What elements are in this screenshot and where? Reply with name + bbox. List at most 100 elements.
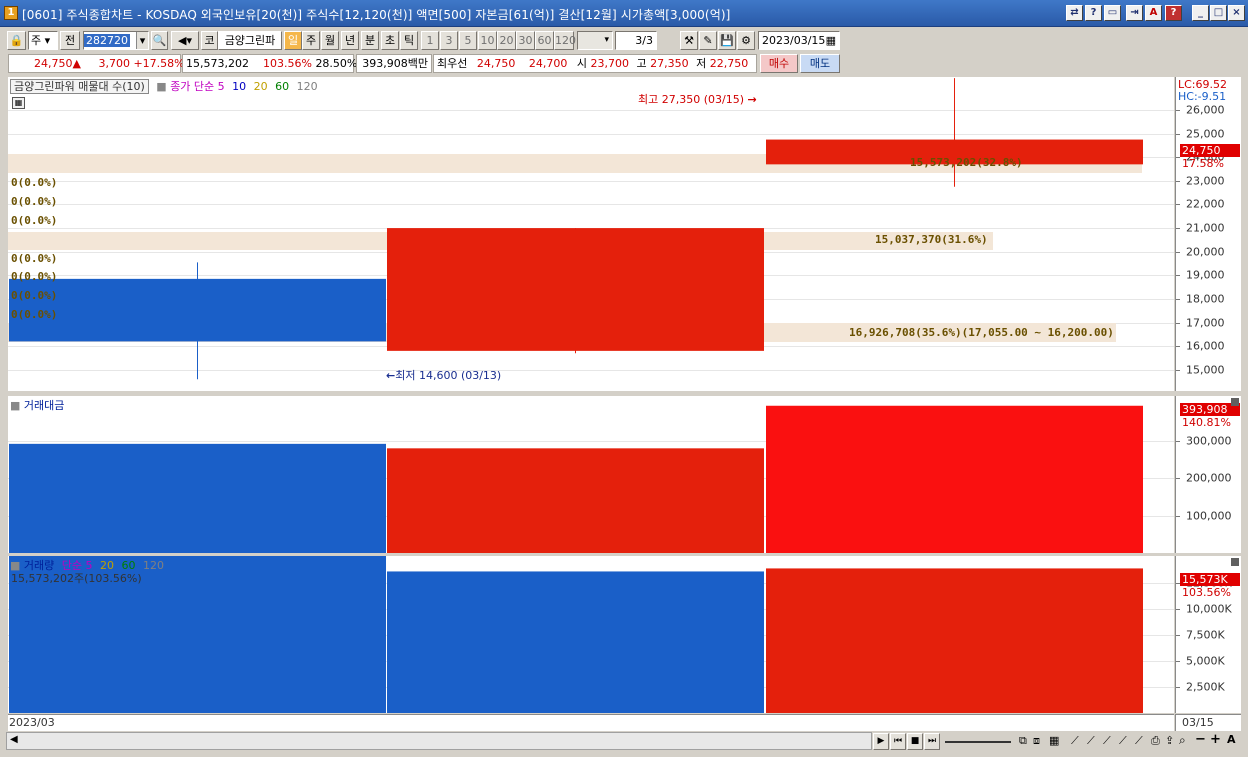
- amount-axis: 300,000 200,000 100,000 393,908 140.81%: [1175, 396, 1241, 553]
- amount-chart[interactable]: ■ 거래대금: [8, 396, 1174, 553]
- chart-controls: ▶ ⏮ ■ ⏭ ⧉ ⧈ ▦ ⟋ ⟋ ⟋ ⟋ ⟋ ⎙ ⇪ ⌕ − + A: [873, 732, 1245, 750]
- trend-line-icon[interactable]: ⟋: [1103, 734, 1111, 748]
- search-icon[interactable]: 🔍: [151, 31, 168, 50]
- trend-line-icon[interactable]: ⟋: [1119, 734, 1127, 748]
- code-input[interactable]: 282720 ▾: [83, 31, 149, 50]
- save-icon[interactable]: 💾: [718, 31, 736, 50]
- link-icon[interactable]: ⇄: [1066, 5, 1083, 21]
- period-week-button[interactable]: 주: [302, 31, 320, 50]
- y-tick-mark: [1176, 478, 1180, 480]
- period-month-button[interactable]: 월: [321, 31, 339, 50]
- play-icon[interactable]: ▶: [873, 733, 889, 750]
- y-tick-label: 21,000: [1186, 221, 1225, 235]
- candle-body[interactable]: [387, 228, 764, 351]
- y-tick-label: 17,000: [1186, 316, 1225, 330]
- amount-bars-svg: [9, 405, 1143, 553]
- y-tick-mark: [1176, 298, 1180, 300]
- trend-line-icon[interactable]: ⟋: [1135, 734, 1143, 748]
- interval-button[interactable]: 60: [535, 31, 554, 50]
- interval-button[interactable]: 120: [554, 31, 576, 50]
- volume-chart[interactable]: ■ 거래량 단순 5 20 60 120 15,573,202주(103.56%…: [8, 556, 1174, 713]
- period-tick-button[interactable]: 틱: [400, 31, 418, 50]
- tool-icon[interactable]: ⚒: [680, 31, 698, 50]
- y-tick-label: 7,500K: [1186, 628, 1225, 642]
- date-axis-right: 03/15: [1175, 714, 1241, 731]
- quote-price: 24,750▲ 3,700 +17.58%: [8, 54, 185, 73]
- candlestick-svg: [9, 78, 1143, 380]
- zero-profile-label: 0(0.0%): [11, 270, 58, 283]
- pin-icon[interactable]: ⇥: [1126, 5, 1143, 21]
- date-axis-label: 2023/03: [9, 716, 55, 729]
- y-tick-mark: [1176, 515, 1180, 517]
- zoom-icon[interactable]: ⌕: [1179, 733, 1186, 748]
- interval-select[interactable]: ▾: [577, 31, 613, 50]
- y-tick-mark: [1176, 686, 1180, 688]
- question-icon[interactable]: ?: [1165, 5, 1182, 21]
- bar[interactable]: [9, 443, 386, 553]
- bar[interactable]: [387, 571, 764, 713]
- period-minute-button[interactable]: 분: [361, 31, 379, 50]
- minimize-icon[interactable]: _: [1192, 5, 1209, 21]
- grid-icon[interactable]: ▦: [1049, 734, 1059, 747]
- date-input[interactable]: 2023/03/15 ▦: [758, 31, 840, 50]
- maximize-icon[interactable]: □: [1210, 5, 1227, 21]
- horizontal-scrollbar[interactable]: ◀: [6, 732, 872, 750]
- stock-prefix[interactable]: 코: [201, 31, 218, 50]
- interval-button[interactable]: 30: [516, 31, 535, 50]
- text-icon[interactable]: A: [1227, 733, 1236, 746]
- scroll-left-icon[interactable]: ◀: [10, 734, 18, 745]
- lock-icon[interactable]: 🔒: [7, 31, 26, 50]
- y-tick-mark: [1176, 369, 1180, 371]
- help-icon[interactable]: ?: [1085, 5, 1102, 21]
- window-icon[interactable]: ▭: [1104, 5, 1121, 21]
- export-icon[interactable]: ⇪: [1165, 734, 1174, 747]
- period-second-button[interactable]: 초: [381, 31, 399, 50]
- speed-slider[interactable]: [945, 736, 1011, 743]
- interval-button[interactable]: 5: [459, 31, 477, 50]
- volume-tag: 15,573K: [1180, 573, 1240, 586]
- layout-icon[interactable]: ⧉: [1019, 734, 1027, 748]
- price-axis: 26,000 25,000 24,000 23,000 22,000 21,000 20,0…: [1175, 77, 1241, 391]
- print-icon[interactable]: ⎙: [1151, 734, 1160, 748]
- volume-profile-legend[interactable]: 금양그린파워 매물대 수(10): [10, 79, 149, 94]
- fast-forward-icon[interactable]: ⏭: [924, 733, 940, 750]
- y-tick-label: 5,000K: [1186, 654, 1225, 668]
- count-input[interactable]: 3/3: [615, 31, 657, 50]
- bar[interactable]: [387, 448, 764, 553]
- bar[interactable]: [766, 405, 1143, 553]
- table-icon[interactable]: ▦: [12, 97, 25, 109]
- period-select[interactable]: 주 ▾: [28, 31, 58, 50]
- zero-profile-label: 0(0.0%): [11, 214, 58, 227]
- sell-button[interactable]: 매도: [800, 54, 840, 73]
- close-panel-icon[interactable]: [1231, 558, 1239, 566]
- interval-button[interactable]: 3: [440, 31, 458, 50]
- trend-line-icon[interactable]: ⟋: [1071, 734, 1079, 748]
- zoom-out-icon[interactable]: −: [1195, 732, 1206, 747]
- bar[interactable]: [766, 568, 1143, 713]
- trend-line-icon[interactable]: ⟋: [1087, 734, 1095, 748]
- font-icon[interactable]: A: [1145, 5, 1162, 21]
- buy-button[interactable]: 매수: [760, 54, 798, 73]
- period-day-button[interactable]: 일: [284, 31, 302, 50]
- zoom-in-icon[interactable]: +: [1210, 732, 1221, 747]
- close-panel-icon[interactable]: [1231, 398, 1239, 406]
- prev-button[interactable]: 전: [60, 31, 80, 50]
- draw-icon[interactable]: ✎: [699, 31, 717, 50]
- candle-body[interactable]: [9, 278, 386, 342]
- stock-name[interactable]: 금양그린파: [218, 31, 282, 50]
- y-tick-label: 100,000: [1186, 509, 1232, 523]
- zero-profile-label: 0(0.0%): [11, 308, 58, 321]
- price-chart[interactable]: 15,573,202(32.8%) 15,037,370(31.6%) 16,9…: [8, 77, 1174, 391]
- volume-profile-label: 15,573,202(32.8%): [910, 156, 1023, 169]
- period-year-button[interactable]: 년: [341, 31, 359, 50]
- settings-icon[interactable]: ⚙: [737, 31, 755, 50]
- rewind-icon[interactable]: ⏮: [890, 733, 906, 750]
- split-icon[interactable]: ⧈: [1033, 734, 1040, 748]
- interval-button[interactable]: 20: [497, 31, 516, 50]
- interval-button[interactable]: 1: [421, 31, 439, 50]
- stop-icon[interactable]: ■: [907, 733, 923, 750]
- y-tick-label: 300,000: [1186, 434, 1232, 448]
- close-icon[interactable]: ×: [1228, 5, 1245, 21]
- interval-button[interactable]: 10: [478, 31, 497, 50]
- sound-icon[interactable]: ◀▾: [171, 31, 199, 50]
